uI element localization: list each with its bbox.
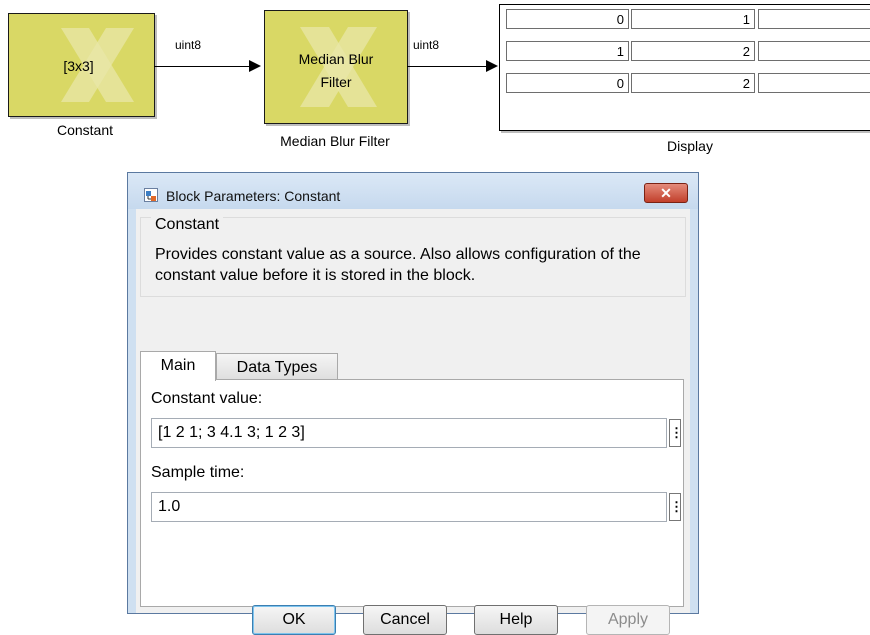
dialog-title: Block Parameters: Constant — [166, 188, 341, 204]
display-cell: 1 — [506, 41, 629, 61]
display-cell: 2 — [758, 41, 870, 61]
constant-value-label: Constant value: — [151, 390, 263, 407]
constant-value-more-button[interactable]: ⋮ — [669, 419, 683, 447]
help-button[interactable]: Help — [474, 605, 558, 635]
display-cell: 2 — [631, 73, 755, 93]
sample-time-label: Sample time: — [151, 464, 245, 481]
tab-data-types[interactable]: Data Types — [216, 353, 338, 381]
signal-label-1: uint8 — [175, 38, 202, 52]
tab-main[interactable]: Main — [140, 351, 216, 381]
block-parameters-dialog: Block Parameters: Constant ✕ Constant Pr… — [127, 172, 699, 635]
display-cell: 0 — [506, 9, 629, 29]
main-tab-panel: Constant value: [1 2 1; 3 4.1 3; 1 2 3] … — [140, 379, 684, 607]
simulink-block-icon — [144, 188, 158, 202]
block-description: Provides constant value as a source. Als… — [155, 246, 641, 284]
display-cell: 0 — [758, 73, 870, 93]
cancel-button[interactable]: Cancel — [363, 605, 447, 635]
signal-arrow-1 — [249, 60, 261, 72]
constant-value-input[interactable]: [1 2 1; 3 4.1 3; 1 2 3] — [151, 418, 667, 448]
display-cell: 2 — [631, 41, 755, 61]
median-block-line1: Median Blur — [298, 51, 374, 67]
dialog-body: Constant Provides constant value as a so… — [136, 209, 690, 635]
xilinx-logo-icon — [300, 27, 377, 107]
median-block-line2: Filter — [320, 74, 352, 90]
signal-label-2: uint8 — [413, 38, 440, 52]
apply-button[interactable]: Apply — [586, 605, 670, 635]
median-caption: Median Blur Filter — [280, 133, 390, 149]
constant-block-value: [3x3] — [63, 58, 94, 74]
display-cell: 0 — [506, 73, 629, 93]
display-block[interactable]: 0 1 0 1 2 2 0 2 0 — [499, 4, 870, 131]
description-group: Constant Provides constant value as a so… — [140, 216, 686, 297]
median-blur-filter-block[interactable]: Median Blur Filter — [264, 10, 408, 124]
constant-block[interactable]: [3x3] — [8, 13, 155, 117]
signal-line-1[interactable] — [154, 66, 251, 67]
display-caption: Display — [667, 138, 713, 154]
ok-button[interactable]: OK — [252, 605, 336, 635]
constant-caption: Constant — [56, 122, 114, 138]
display-cell: 1 — [631, 9, 755, 29]
sample-time-more-button[interactable]: ⋮ — [669, 493, 683, 521]
group-title: Constant — [151, 216, 224, 234]
display-cell: 0 — [758, 9, 870, 29]
sample-time-input[interactable]: 1.0 — [151, 492, 667, 522]
signal-line-2[interactable] — [407, 66, 487, 67]
signal-arrow-2 — [486, 60, 498, 72]
dialog-titlebar[interactable]: Block Parameters: Constant ✕ — [128, 173, 698, 209]
close-button[interactable]: ✕ — [644, 183, 688, 203]
